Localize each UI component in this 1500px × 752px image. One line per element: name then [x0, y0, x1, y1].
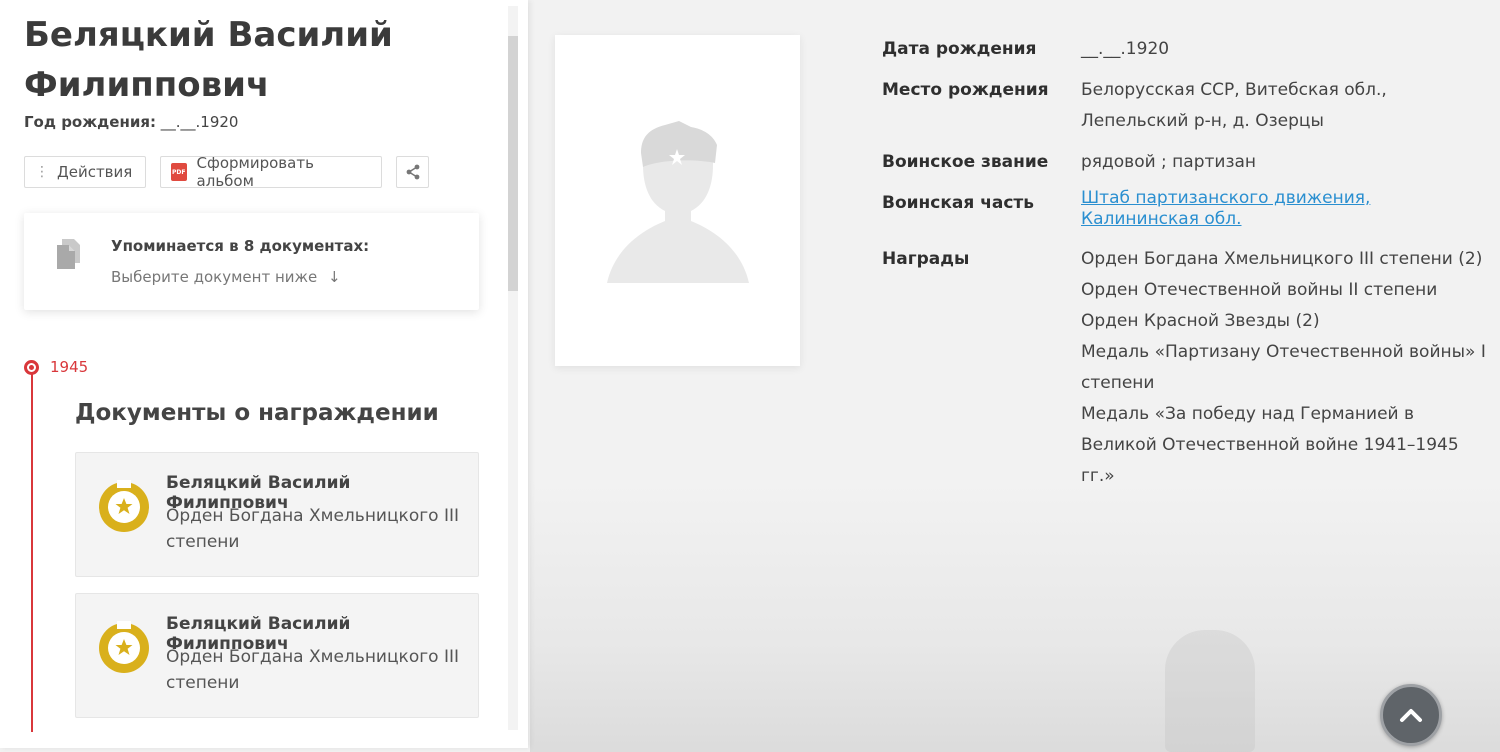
scrollbar[interactable]	[508, 6, 518, 730]
unit-label: Воинская часть	[882, 193, 1035, 213]
rank-value: рядовой ; партизан	[1081, 152, 1257, 172]
awards-section-title: Документы о награждении	[75, 400, 439, 426]
arrow-down-icon: ↓	[328, 268, 341, 286]
award-item: Медаль «За победу над Германией в Велико…	[1081, 404, 1459, 486]
documents-count-title: Упоминается в 8 документах:	[111, 237, 370, 255]
birth-year-label: Год рождения:	[24, 113, 156, 131]
actions-button[interactable]: ⋮ Действия	[24, 156, 146, 188]
share-icon	[406, 164, 419, 180]
create-album-button[interactable]: PDF Сформировать альбом	[160, 154, 382, 190]
birth-year-value: __.__.1920	[160, 113, 239, 131]
more-vertical-icon: ⋮	[35, 164, 49, 180]
chevron-up-icon	[1400, 709, 1422, 722]
award-name: Орден Богдана Хмельницкого III степени	[166, 647, 460, 693]
documents-card[interactable]: Упоминается в 8 документах: Выберите док…	[24, 213, 479, 310]
award-item: Орден Богдана Хмельницкого III степени (…	[1081, 249, 1483, 269]
soldier-avatar-icon	[607, 121, 749, 283]
birth-date-value: __.__.1920	[1081, 39, 1170, 59]
scrollbar-thumb[interactable]	[508, 36, 518, 291]
create-album-button-label: Сформировать альбом	[196, 154, 314, 190]
timeline-dot	[24, 360, 39, 375]
birth-year: Год рождения: __.__.1920	[24, 113, 238, 131]
scroll-to-top-button[interactable]	[1380, 684, 1442, 746]
award-document-card[interactable]: Беляцкий Василий Филиппович Орден Богдан…	[75, 593, 479, 718]
award-document-card[interactable]: Беляцкий Василий Филиппович Орден Богдан…	[75, 452, 479, 577]
award-item: Орден Отечественной войны II степени	[1081, 280, 1438, 300]
birth-place-label: Место рождения	[882, 80, 1049, 100]
rank-label: Воинское звание	[882, 152, 1049, 172]
background-photo	[530, 480, 1500, 752]
person-name: Беляцкий Василий Филиппович	[24, 15, 393, 105]
medal-icon	[99, 621, 149, 673]
left-panel: Беляцкий Василий Филиппович Год рождения…	[0, 0, 528, 748]
pdf-icon: PDF	[171, 163, 187, 181]
actions-button-label: Действия	[57, 163, 133, 181]
awards-list: Орден Богдана Хмельницкого III степени (…	[1081, 244, 1491, 492]
birth-date-label: Дата рождения	[882, 39, 1037, 59]
share-button[interactable]	[396, 156, 429, 188]
person-photo-card	[555, 35, 800, 366]
award-name: Орден Богдана Хмельницкого III степени	[166, 506, 460, 552]
award-item: Медаль «Партизану Отечественной войны» I…	[1081, 342, 1486, 393]
award-item: Орден Красной Звезды (2)	[1081, 311, 1320, 331]
documents-hint-text: Выберите документ ниже	[111, 268, 318, 286]
documents-hint: Выберите документ ниже ↓	[111, 268, 341, 286]
medal-icon	[99, 480, 149, 532]
timeline-line	[31, 372, 33, 732]
birth-place-value: Белорусская ССР, Витебская обл., Лепельс…	[1081, 80, 1387, 131]
awards-label: Награды	[882, 249, 970, 269]
unit-link[interactable]: Штаб партизанского движения, Калининская…	[1081, 188, 1491, 230]
timeline-year: 1945	[50, 358, 89, 376]
background-figure	[1165, 630, 1255, 752]
documents-icon	[57, 239, 80, 269]
